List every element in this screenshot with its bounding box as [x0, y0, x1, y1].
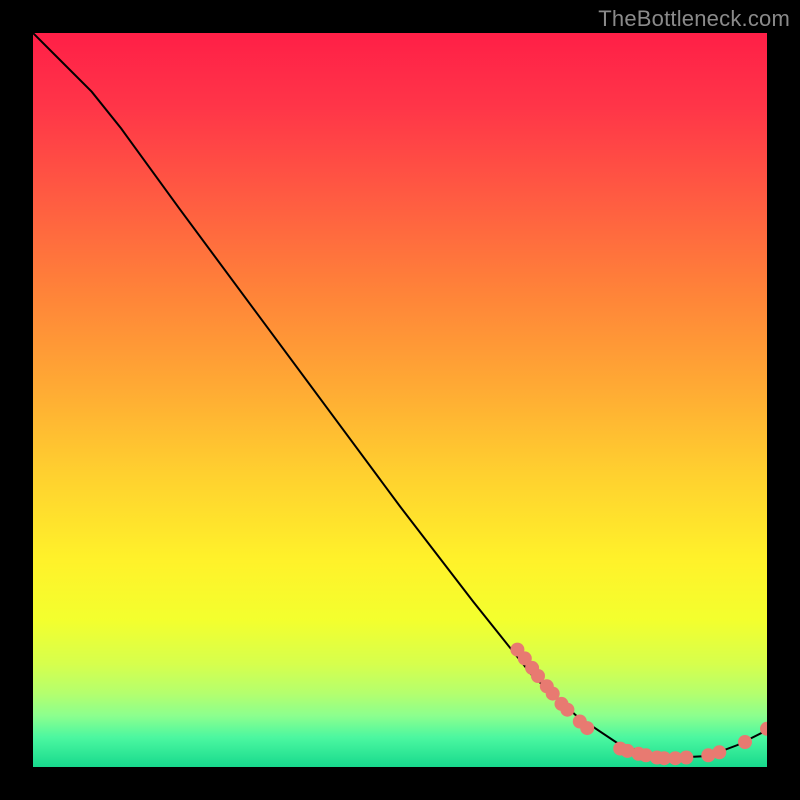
data-point [738, 735, 752, 749]
chart-svg [33, 33, 767, 767]
data-point [560, 703, 574, 717]
scatter-points [510, 643, 767, 766]
plot-area [33, 33, 767, 767]
data-point [580, 721, 594, 735]
data-point [712, 745, 726, 759]
watermark-text: TheBottleneck.com [598, 6, 790, 32]
chart-container: TheBottleneck.com [0, 0, 800, 800]
curve-line [33, 33, 767, 758]
data-point [679, 751, 693, 765]
